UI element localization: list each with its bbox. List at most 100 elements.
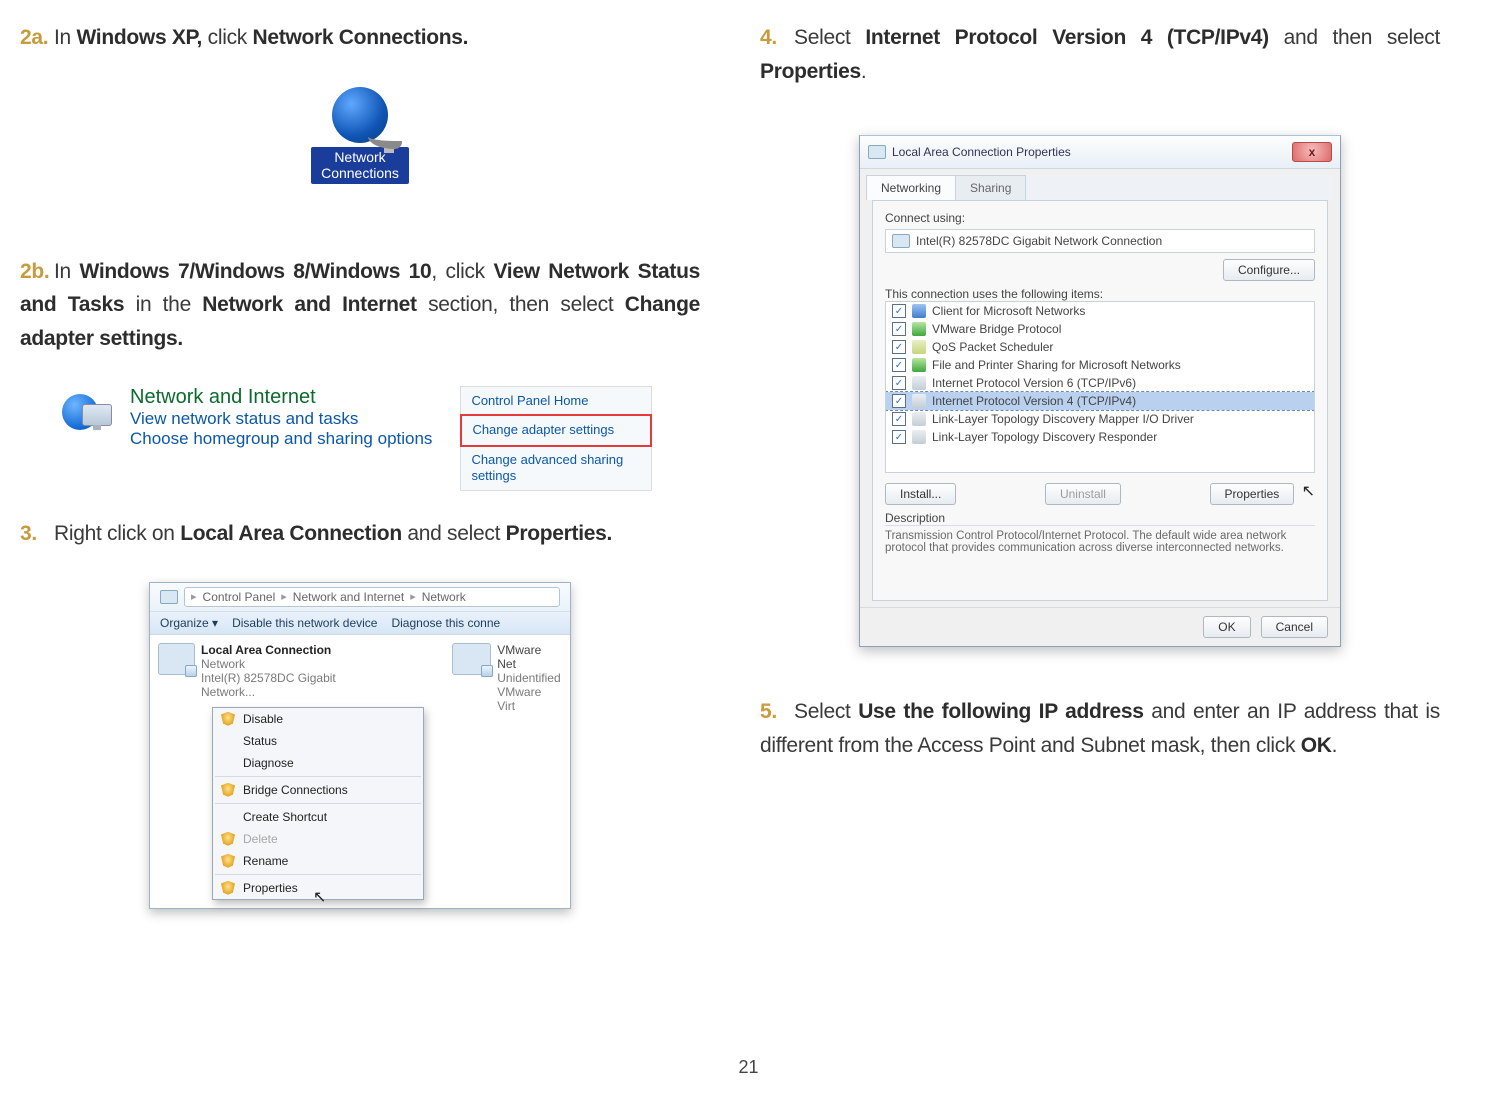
cp-change-adapter[interactable]: Change adapter settings xyxy=(460,414,652,446)
ctx-status[interactable]: Status xyxy=(213,730,423,752)
step-2b-mid3: section, then select xyxy=(417,293,625,316)
cancel-button[interactable]: Cancel xyxy=(1261,616,1328,638)
items-list[interactable]: Client for Microsoft Networks VMware Bri… xyxy=(885,301,1315,473)
checkbox-icon[interactable] xyxy=(892,412,906,426)
checkbox-icon[interactable] xyxy=(892,430,906,444)
blank-icon xyxy=(221,734,235,748)
step-5-num: 5. xyxy=(760,695,794,729)
item-ipv6[interactable]: Internet Protocol Version 6 (TCP/IPv6) xyxy=(886,374,1314,392)
adapter-box: Intel(R) 82578DC Gigabit Network Connect… xyxy=(885,229,1315,253)
protocol-icon xyxy=(912,412,926,426)
item-client-msn[interactable]: Client for Microsoft Networks xyxy=(886,302,1314,320)
step-2a-os: Windows XP, xyxy=(76,26,202,49)
ok-button[interactable]: OK xyxy=(1203,616,1250,638)
tab-networking[interactable]: Networking xyxy=(866,175,956,200)
local-area-connection[interactable]: Local Area Connection Network Intel(R) 8… xyxy=(158,643,378,699)
item-label: Internet Protocol Version 6 (TCP/IPv6) xyxy=(932,376,1136,390)
checkbox-icon[interactable] xyxy=(892,376,906,390)
description-text: Transmission Control Protocol/Internet P… xyxy=(885,525,1315,590)
ctx-shortcut[interactable]: Create Shortcut xyxy=(213,806,423,828)
step-2b-action2: Network and Internet xyxy=(202,293,416,316)
network-internet-category[interactable]: Network and Internet View network status… xyxy=(56,386,432,449)
step-5-ok: OK xyxy=(1301,734,1332,757)
client-icon xyxy=(912,304,926,318)
toolbar-disable-device[interactable]: Disable this network device xyxy=(232,616,377,630)
toolbar-diagnose[interactable]: Diagnose this conne xyxy=(391,616,500,630)
organize-menu[interactable]: Organize xyxy=(160,616,218,630)
step-4-action1: Internet Protocol Version 4 (TCP/IPv4) xyxy=(865,26,1269,49)
vmware-title: VMware Net xyxy=(497,643,562,671)
step-2b: 2b.In Windows 7/Windows 8/Windows 10, cl… xyxy=(20,255,700,356)
chevron-right-icon: ▸ xyxy=(191,590,197,603)
cp-advanced-sharing[interactable]: Change advanced sharing settings xyxy=(461,446,651,491)
explorer-address-bar[interactable]: ▸ Control Panel ▸ Network and Internet ▸… xyxy=(150,583,570,612)
ctx-rename-label: Rename xyxy=(243,854,288,868)
step-4-action2: Properties xyxy=(760,60,861,83)
close-button[interactable]: x xyxy=(1292,142,1332,162)
ni-link-status[interactable]: View network status and tasks xyxy=(130,409,432,429)
ctx-diagnose[interactable]: Diagnose xyxy=(213,752,423,774)
step-3-pre: Right click on xyxy=(54,522,180,545)
ctx-bridge-label: Bridge Connections xyxy=(243,783,348,797)
ctx-rename[interactable]: Rename xyxy=(213,850,423,872)
shield-icon xyxy=(221,832,235,846)
configure-button[interactable]: Configure... xyxy=(1223,259,1315,281)
properties-button[interactable]: Properties xyxy=(1210,483,1295,505)
protocol-icon xyxy=(912,430,926,444)
checkbox-icon[interactable] xyxy=(892,340,906,354)
adapter-name: Intel(R) 82578DC Gigabit Network Connect… xyxy=(916,234,1162,248)
nic-icon xyxy=(160,590,178,604)
service-icon xyxy=(912,340,926,354)
item-label: Link-Layer Topology Discovery Responder xyxy=(932,430,1157,444)
item-qos[interactable]: QoS Packet Scheduler xyxy=(886,338,1314,356)
ctx-delete-label: Delete xyxy=(243,832,278,846)
item-file-printer[interactable]: File and Printer Sharing for Microsoft N… xyxy=(886,356,1314,374)
ctx-bridge[interactable]: Bridge Connections xyxy=(213,779,423,801)
item-vmware-bridge[interactable]: VMware Bridge Protocol xyxy=(886,320,1314,338)
checkbox-icon[interactable] xyxy=(892,358,906,372)
breadcrumb-0[interactable]: Control Panel xyxy=(203,590,276,604)
shield-icon xyxy=(221,712,235,726)
cp-home[interactable]: Control Panel Home xyxy=(461,387,651,415)
lac-properties-dialog: Local Area Connection Properties x Netwo… xyxy=(859,135,1341,647)
protocol-icon xyxy=(912,376,926,390)
item-ipv4-selected[interactable]: Internet Protocol Version 4 (TCP/IPv4) xyxy=(886,392,1314,410)
tab-sharing[interactable]: Sharing xyxy=(955,175,1026,200)
checkbox-icon[interactable] xyxy=(892,322,906,336)
vmware-connection[interactable]: VMware Net Unidentified VMware Virt xyxy=(452,643,562,900)
step-5-pre: Select xyxy=(794,700,858,723)
network-internet-icon xyxy=(56,390,114,438)
globe-icon xyxy=(332,87,388,143)
step-3-mid: and select xyxy=(402,522,506,545)
ni-title: Network and Internet xyxy=(130,386,432,409)
checkbox-icon[interactable] xyxy=(892,304,906,318)
step-3-action1: Local Area Connection xyxy=(180,522,402,545)
step-2a-action: Network Connections. xyxy=(253,26,469,49)
network-connections-icon[interactable]: Network Connections xyxy=(304,86,416,216)
step-2b-os: Windows 7/Windows 8/Windows 10 xyxy=(80,260,432,283)
ctx-shortcut-label: Create Shortcut xyxy=(243,810,327,824)
shield-icon xyxy=(221,854,235,868)
ctx-disable[interactable]: Disable xyxy=(213,708,423,730)
step-5-end: . xyxy=(1332,734,1338,757)
nic-icon xyxy=(868,145,886,159)
ctx-diagnose-label: Diagnose xyxy=(243,756,294,770)
step-2b-num: 2b. xyxy=(20,255,54,289)
checkbox-icon[interactable] xyxy=(892,394,906,408)
lac-title: Local Area Connection xyxy=(201,643,378,657)
breadcrumb-2[interactable]: Network xyxy=(422,590,466,604)
uninstall-button: Uninstall xyxy=(1045,483,1121,505)
ni-link-homegroup[interactable]: Choose homegroup and sharing options xyxy=(130,429,432,449)
page-number: 21 xyxy=(0,1057,1497,1078)
install-button[interactable]: Install... xyxy=(885,483,956,505)
item-lltd-mapper[interactable]: Link-Layer Topology Discovery Mapper I/O… xyxy=(886,410,1314,428)
shield-icon xyxy=(221,881,235,895)
item-label: Link-Layer Topology Discovery Mapper I/O… xyxy=(932,412,1194,426)
nic-icon xyxy=(452,643,491,675)
step-4-pre: Select xyxy=(794,26,865,49)
breadcrumb-1[interactable]: Network and Internet xyxy=(293,590,404,604)
shield-icon xyxy=(221,783,235,797)
item-lltd-responder[interactable]: Link-Layer Topology Discovery Responder xyxy=(886,428,1314,446)
network-connections-window: ▸ Control Panel ▸ Network and Internet ▸… xyxy=(149,582,571,909)
nic-icon xyxy=(892,234,910,248)
